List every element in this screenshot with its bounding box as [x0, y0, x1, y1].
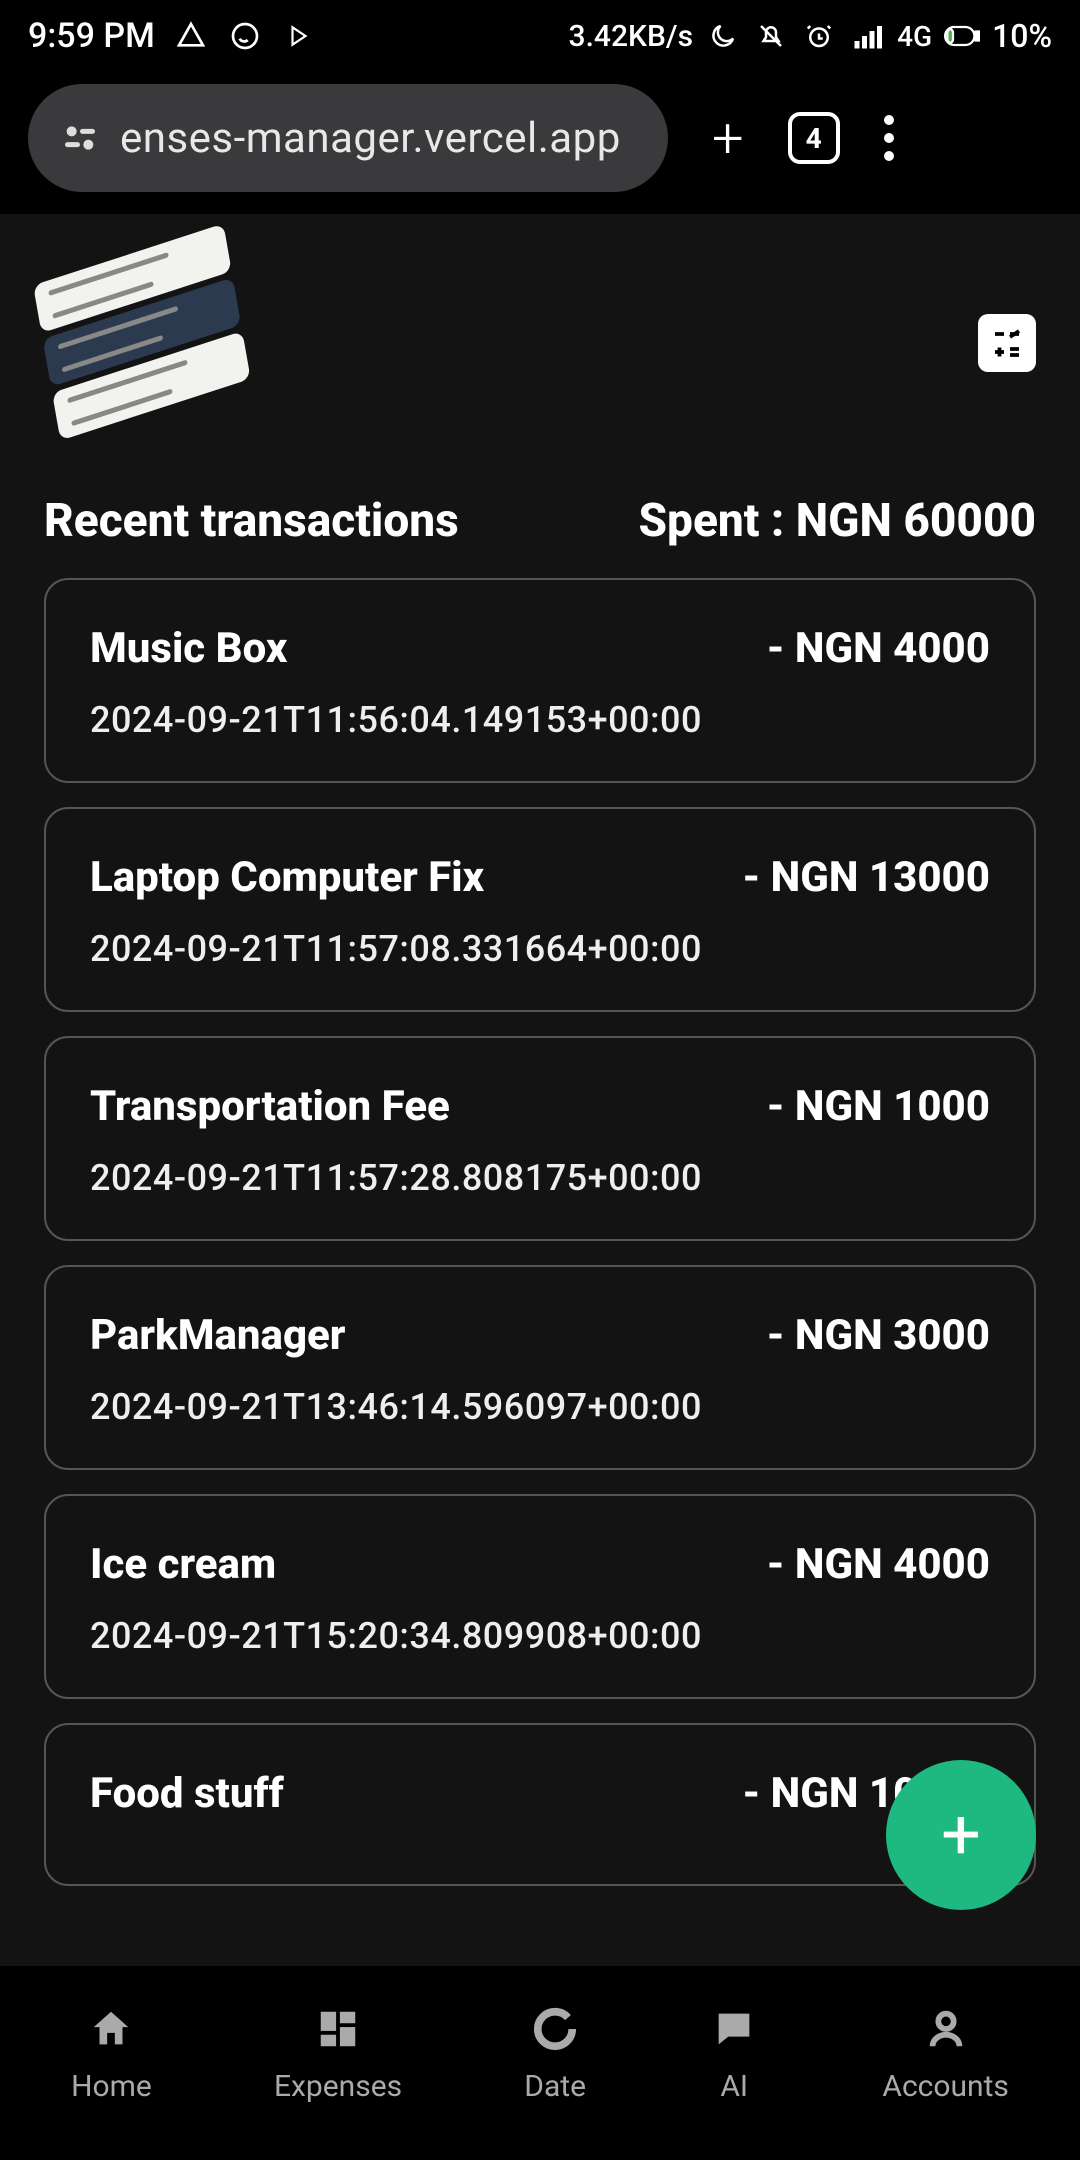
nav-expenses[interactable]: Expenses [274, 2003, 402, 2104]
transaction-amount: - NGN 1000 [767, 1082, 990, 1131]
transaction-amount: - NGN 13000 [742, 853, 990, 902]
transaction-list: Music Box - NGN 4000 2024-09-21T11:56:04… [0, 578, 1080, 1886]
home-icon [85, 2003, 137, 2055]
status-network: 4G [897, 20, 932, 53]
app-content: Recent transactions Spent : NGN 60000 Mu… [0, 214, 1080, 1966]
transaction-amount: - NGN 4000 [767, 1540, 990, 1589]
browser-bar: enses-manager.vercel.app + 4 [0, 72, 1080, 204]
alarm-icon [801, 18, 837, 54]
more-menu-button[interactable] [884, 115, 894, 161]
transaction-date: 2024-09-21T11:57:28.808175+00:00 [90, 1157, 990, 1199]
nav-label: Home [71, 2069, 152, 2104]
transaction-title: Transportation Fee [90, 1082, 450, 1131]
nav-label: Date [524, 2069, 586, 2104]
transaction-card[interactable]: Ice cream - NGN 4000 2024-09-21T15:20:34… [44, 1494, 1036, 1699]
transaction-date: 2024-09-21T11:57:08.331664+00:00 [90, 928, 990, 970]
bottom-nav: Home Expenses Date AI Accounts [0, 1966, 1080, 2160]
spent-total: Spent : NGN 60000 [639, 494, 1037, 548]
triangle-icon [173, 18, 209, 54]
summary-row: Recent transactions Spent : NGN 60000 [0, 494, 1080, 578]
signal-icon [849, 18, 885, 54]
plus-icon: + [941, 1794, 981, 1876]
nav-accounts[interactable]: Accounts [882, 2003, 1009, 2104]
status-speed: 3.42KB/s [569, 19, 694, 54]
transaction-card[interactable]: Food stuff - NGN 10000 [44, 1723, 1036, 1886]
nav-label: Accounts [882, 2069, 1009, 2104]
nav-ai[interactable]: AI [708, 2003, 760, 2104]
transaction-amount: - NGN 4000 [767, 624, 990, 673]
transaction-title: Music Box [90, 624, 287, 673]
status-right: 3.42KB/s 4G 10% [569, 17, 1052, 55]
nav-date[interactable]: Date [524, 2003, 586, 2104]
status-bar: 9:59 PM 3.42KB/s 4G 10% [0, 0, 1080, 72]
transaction-date: 2024-09-21T15:20:34.809908+00:00 [90, 1615, 990, 1657]
transaction-title: ParkManager [90, 1311, 345, 1360]
add-transaction-fab[interactable]: + [886, 1760, 1036, 1910]
recent-transactions-label: Recent transactions [44, 494, 459, 548]
calculator-button[interactable] [978, 314, 1036, 372]
transaction-title: Laptop Computer Fix [90, 853, 484, 902]
status-left: 9:59 PM [28, 16, 317, 56]
new-tab-button[interactable]: + [712, 105, 744, 171]
app-header [0, 214, 1080, 494]
whatsapp-icon [227, 18, 263, 54]
moon-icon [705, 18, 741, 54]
app-logo[interactable] [33, 224, 255, 465]
transaction-card[interactable]: Laptop Computer Fix - NGN 13000 2024-09-… [44, 807, 1036, 1012]
transaction-date: 2024-09-21T11:56:04.149153+00:00 [90, 699, 990, 741]
tab-switcher[interactable]: 4 [788, 112, 840, 164]
transaction-card[interactable]: ParkManager - NGN 3000 2024-09-21T13:46:… [44, 1265, 1036, 1470]
ring-icon [529, 2003, 581, 2055]
transaction-amount: - NGN 3000 [767, 1311, 990, 1360]
bell-off-icon [753, 18, 789, 54]
status-battery: 10% [992, 17, 1052, 55]
status-time: 9:59 PM [28, 16, 155, 56]
user-icon [920, 2003, 972, 2055]
url-bar[interactable]: enses-manager.vercel.app [28, 84, 668, 192]
transaction-title: Food stuff [90, 1769, 284, 1818]
transaction-card[interactable]: Transportation Fee - NGN 1000 2024-09-21… [44, 1036, 1036, 1241]
play-icon [281, 18, 317, 54]
transaction-title: Ice cream [90, 1540, 276, 1589]
battery-icon [944, 18, 980, 54]
nav-label: Expenses [274, 2069, 402, 2104]
nav-label: AI [720, 2069, 748, 2104]
tab-count: 4 [806, 122, 822, 155]
chat-icon [708, 2003, 760, 2055]
grid-icon [312, 2003, 364, 2055]
transaction-card[interactable]: Music Box - NGN 4000 2024-09-21T11:56:04… [44, 578, 1036, 783]
site-settings-icon[interactable] [60, 118, 100, 158]
nav-home[interactable]: Home [71, 2003, 152, 2104]
url-text: enses-manager.vercel.app [120, 114, 621, 163]
transaction-date: 2024-09-21T13:46:14.596097+00:00 [90, 1386, 990, 1428]
